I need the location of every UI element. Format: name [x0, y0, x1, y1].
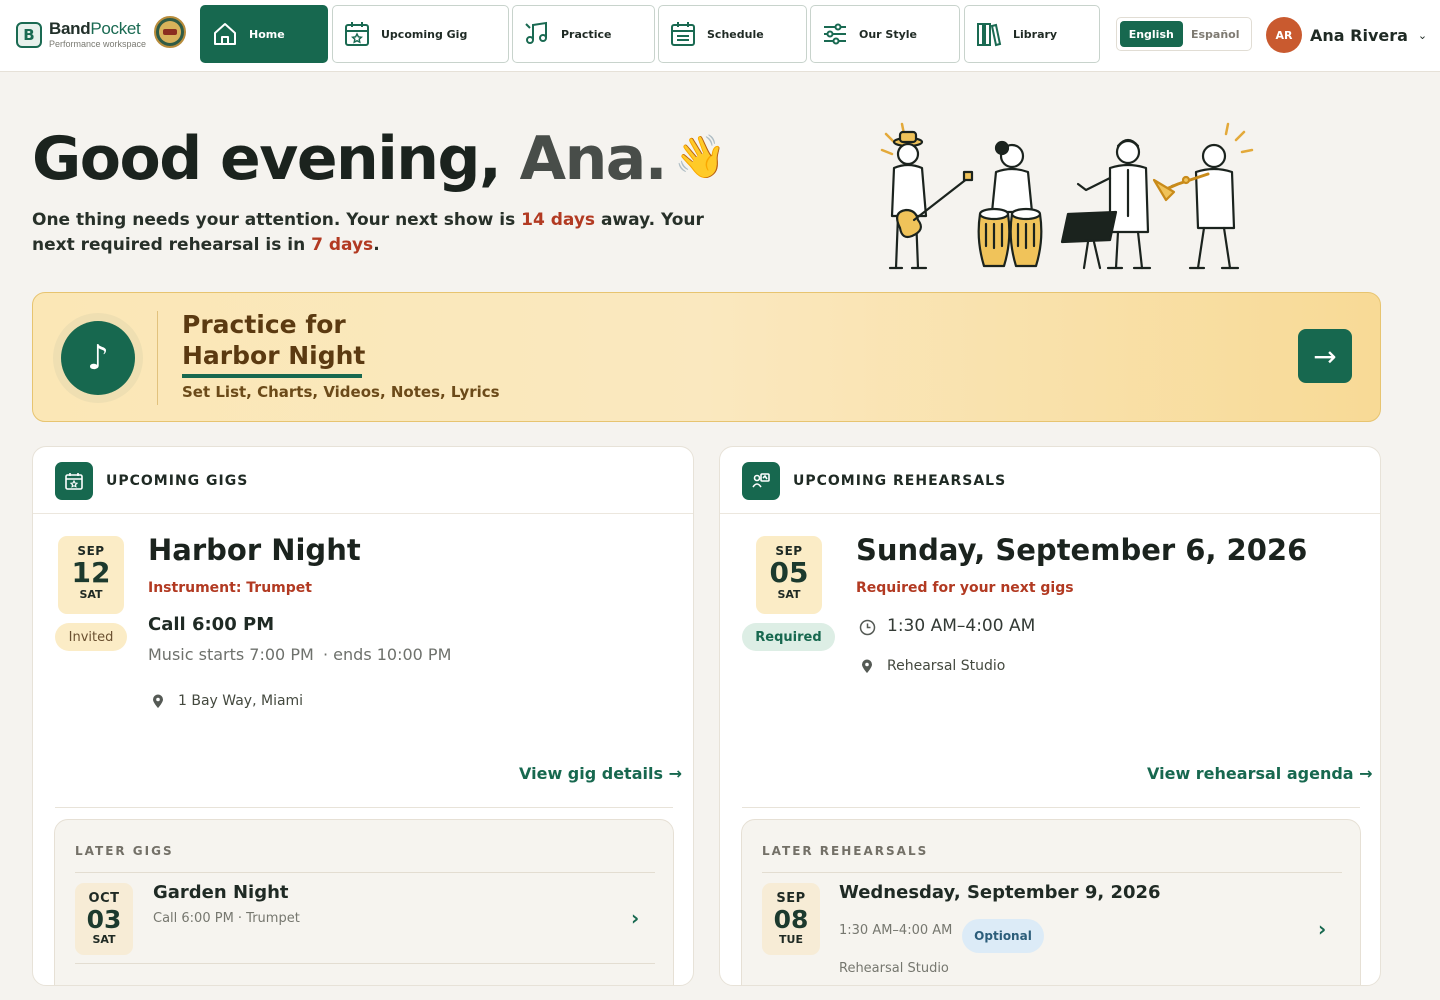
nav-our-style[interactable]: Our Style	[810, 5, 960, 63]
practice-subtitle: Set List, Charts, Videos, Notes, Lyrics	[182, 383, 500, 401]
brand-name: BandPocket	[49, 19, 141, 38]
music-notes-icon	[525, 21, 547, 44]
divider	[55, 807, 673, 808]
rehearsal-people-icon	[742, 462, 780, 500]
later-rehearsals-title: LATER REHEARSALS	[762, 844, 929, 858]
view-gig-details-link[interactable]: View gig details →	[519, 764, 682, 783]
language-toggle: English Español	[1116, 17, 1252, 51]
later-rehearsal-time: 1:30 AM–4:00 AM	[839, 923, 953, 938]
note-badge: ♪	[53, 313, 143, 403]
band-illustration	[880, 122, 1254, 270]
band-badge-logo	[154, 16, 186, 48]
brand-logo[interactable]: B BandPocket Performance workspace	[16, 20, 146, 49]
user-name: Ana Rivera	[1310, 25, 1408, 45]
language-english-button[interactable]: English	[1120, 21, 1183, 47]
language-spanish-button[interactable]: Español	[1183, 21, 1248, 47]
card-title: UPCOMING REHEARSALS	[793, 473, 1007, 489]
card-title: UPCOMING GIGS	[106, 473, 249, 489]
divider	[157, 311, 158, 405]
upcoming-rehearsals-card: UPCOMING REHEARSALS SEP 05 SAT Required …	[719, 446, 1381, 986]
rehearsal-title: Sunday, September 6, 2026	[856, 533, 1308, 567]
chevron-down-icon: ⌄	[1417, 28, 1428, 42]
clock-icon	[859, 619, 876, 636]
avatar: AR	[1266, 17, 1302, 53]
later-rehearsal-date: SEP 08 TUE	[762, 883, 820, 955]
later-rehearsal-location: Rehearsal Studio	[839, 961, 949, 976]
brand-tagline: Performance workspace	[49, 39, 147, 49]
attention-summary: One thing needs your attention. Your nex…	[32, 210, 704, 255]
rehearsal-location: Rehearsal Studio	[861, 658, 1005, 674]
view-rehearsal-agenda-link[interactable]: View rehearsal agenda →	[1147, 764, 1373, 783]
map-pin-icon	[862, 659, 872, 673]
books-icon	[977, 23, 1002, 47]
gig-call-time: Call 6:00 PM	[148, 614, 275, 635]
later-gigs-panel: LATER GIGS OCT 03 SAT Garden Night Call …	[54, 819, 674, 985]
calendar-star-icon	[345, 22, 369, 46]
later-rehearsal-title: Wednesday, September 9, 2026	[839, 882, 1161, 903]
calendar-grid-icon	[671, 22, 695, 46]
map-pin-icon	[153, 694, 163, 708]
later-gig-title: Garden Night	[153, 882, 289, 903]
top-bar: B BandPocket Performance workspace Home …	[0, 0, 1440, 72]
chevron-right-icon: ›	[631, 906, 640, 930]
later-gig-date: OCT 03 SAT	[75, 883, 133, 955]
optional-badge: Optional	[962, 919, 1044, 953]
gig-instrument: Instrument: Trumpet	[148, 580, 312, 596]
rehearsal-time: 1:30 AM–4:00 AM	[887, 616, 1036, 636]
gig-music-start: Music starts 7:00 PM	[148, 645, 314, 664]
calendar-star-icon	[55, 462, 93, 500]
music-note-icon: ♪	[61, 321, 135, 395]
later-gigs-title: LATER GIGS	[75, 844, 174, 858]
status-badge: Required	[742, 623, 835, 651]
later-gig-meta: Call 6:00 PM · Trumpet	[153, 911, 300, 926]
practice-banner[interactable]: ♪ Practice for Harbor Night Set List, Ch…	[32, 292, 1381, 422]
rehearsal-countdown: 7 days	[311, 235, 374, 255]
gig-date: SEP 12 SAT	[58, 536, 124, 614]
nav-library[interactable]: Library	[964, 5, 1100, 63]
nav-schedule[interactable]: Schedule	[658, 5, 807, 63]
gig-title: Harbor Night	[148, 533, 361, 567]
status-badge: Invited	[55, 623, 127, 651]
later-rehearsals-panel: LATER REHEARSALS SEP 08 TUE Wednesday, S…	[741, 819, 1361, 985]
home-icon	[214, 23, 236, 45]
title-underline	[182, 374, 362, 378]
rehearsal-requirement: Required for your next gigs	[856, 580, 1074, 596]
wave-icon: 👋	[674, 132, 727, 181]
user-menu[interactable]: AR Ana Rivera ⌄	[1266, 17, 1427, 53]
nav-home[interactable]: Home	[200, 5, 328, 63]
chevron-right-icon: ›	[1318, 917, 1327, 941]
nav-practice[interactable]: Practice	[512, 5, 655, 63]
brand-mark-icon: B	[16, 21, 42, 48]
page-title: Good evening, Ana. 👋	[32, 124, 727, 194]
rehearsal-date: SEP 05 SAT	[756, 536, 822, 614]
sliders-icon	[824, 23, 846, 45]
nav-upcoming-gig[interactable]: Upcoming Gig	[332, 5, 509, 63]
gig-end-time: · ends 10:00 PM	[323, 645, 452, 664]
divider	[742, 807, 1360, 808]
upcoming-gigs-card: UPCOMING GIGS SEP 12 SAT Invited Harbor …	[32, 446, 694, 986]
practice-title: Practice for Harbor Night	[182, 310, 366, 370]
show-countdown: 14 days	[521, 210, 596, 230]
gig-location: 1 Bay Way, Miami	[152, 693, 303, 709]
practice-go-button[interactable]: →	[1298, 329, 1352, 383]
